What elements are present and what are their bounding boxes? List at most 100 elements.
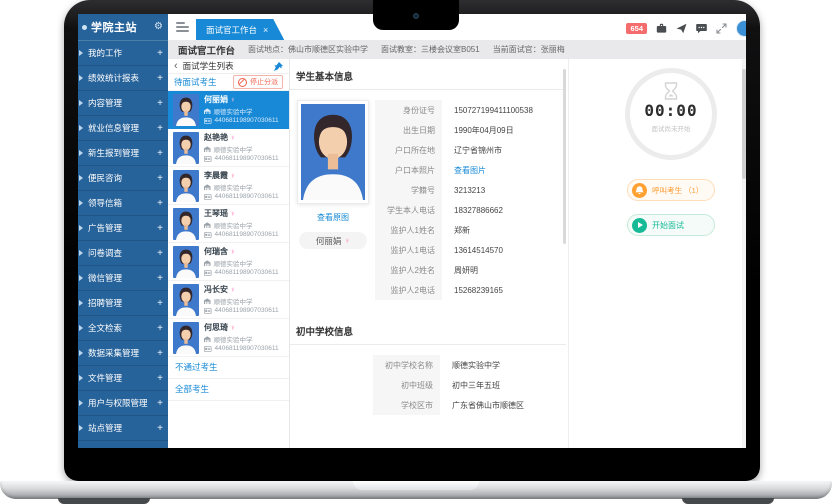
workbench-title: 面试官工作台 xyxy=(178,43,235,57)
candidate-photo xyxy=(173,170,199,202)
female-icon: ♀ xyxy=(230,286,236,294)
send-icon[interactable] xyxy=(676,23,687,34)
female-icon: ♀ xyxy=(344,237,350,245)
expand-plus-icon[interactable]: + xyxy=(157,398,163,409)
call-candidate-button[interactable]: 呼叫考生 （1） xyxy=(627,179,715,201)
detail-scrollbar-thumb[interactable] xyxy=(563,69,566,244)
expand-plus-icon[interactable]: + xyxy=(157,223,163,234)
sidebar-item[interactable]: 站点管理 + xyxy=(78,416,168,441)
candidate-school: 顺德实验中学 xyxy=(214,182,253,192)
sidebar-item[interactable]: 便民咨询 + xyxy=(78,166,168,191)
sidebar-item-label: 内容管理 xyxy=(88,97,157,109)
candidate-card[interactable]: 冯长安 ♀ 顺德实验中学 440681198907030611 xyxy=(168,281,289,319)
webcam-icon xyxy=(413,13,419,19)
expand-plus-icon[interactable]: + xyxy=(157,248,163,259)
sidebar-header: 学院主站 ⚙ xyxy=(78,14,168,41)
candidate-id-number: 440681198907030611 xyxy=(215,231,279,238)
expand-plus-icon[interactable]: + xyxy=(157,198,163,209)
idcard-icon xyxy=(204,308,212,314)
sidebar-item[interactable]: 我的工作 + xyxy=(78,41,168,66)
candidate-photo xyxy=(173,94,199,126)
notification-badge[interactable]: 654 xyxy=(626,23,647,35)
sidebar: 学院主站 ⚙ 我的工作 + 绩效统计报表 + 内容管理 + xyxy=(78,14,168,448)
sidebar-item[interactable]: 广告管理 + xyxy=(78,216,168,241)
expand-plus-icon[interactable]: + xyxy=(157,123,163,134)
stop-dispatch-button[interactable]: 停止分派 xyxy=(233,75,283,89)
tab-close-icon[interactable]: × xyxy=(263,25,268,35)
back-chevron-icon[interactable]: ‹ xyxy=(174,61,178,72)
sidebar-item-label: 问卷调查 xyxy=(88,247,157,259)
candidate-card[interactable]: 何思琦 ♀ 顺德实验中学 440681198907030611 xyxy=(168,319,289,357)
expand-plus-icon[interactable]: + xyxy=(157,148,163,159)
expand-plus-icon[interactable]: + xyxy=(157,173,163,184)
field-value: 13614514570 xyxy=(442,240,533,260)
chat-icon[interactable] xyxy=(696,23,707,34)
expand-plus-icon[interactable]: + xyxy=(157,323,163,334)
candidate-card[interactable]: 王琴瑶 ♀ 顺德实验中学 440681198907030611 xyxy=(168,205,289,243)
expand-plus-icon[interactable]: + xyxy=(157,423,163,434)
failed-candidates-link[interactable]: 不通过考生 xyxy=(168,357,289,379)
expand-plus-icon[interactable]: + xyxy=(157,348,163,359)
sidebar-item-label: 新生报到管理 xyxy=(88,147,157,159)
field-value: 郑新 xyxy=(442,220,533,240)
sidebar-item[interactable]: 招聘管理 + xyxy=(78,291,168,316)
expand-plus-icon[interactable]: + xyxy=(157,98,163,109)
page-scrollbar-thumb[interactable] xyxy=(742,69,746,179)
sidebar-item[interactable]: 内容管理 + xyxy=(78,91,168,116)
sidebar-item[interactable]: 问卷调查 + xyxy=(78,241,168,266)
interview-control-panel: 00:00 面试尚未开始 呼叫考生 （1） 开始面试 xyxy=(568,59,744,448)
sidebar-item[interactable]: 用户与权限管理 + xyxy=(78,391,168,416)
gear-icon[interactable]: ⚙ xyxy=(154,22,163,32)
pin-icon[interactable] xyxy=(274,62,283,71)
tab-label: 面试官工作台 xyxy=(206,24,257,36)
sidebar-item[interactable]: 文件管理 + xyxy=(78,366,168,391)
current-interviewer: 当前面试官：张丽梅 xyxy=(493,44,565,55)
student-name: 何丽娟 xyxy=(316,235,342,247)
candidate-card[interactable]: 李晨霞 ♀ 顺德实验中学 440681198907030611 xyxy=(168,167,289,205)
tab-interviewer-workbench[interactable]: 面试官工作台 × xyxy=(196,19,284,40)
sidebar-item[interactable]: 新生报到管理 + xyxy=(78,141,168,166)
sidebar-item-label: 我的工作 xyxy=(88,47,157,59)
sidebar-item-label: 数据采集管理 xyxy=(88,347,157,359)
expand-plus-icon[interactable]: + xyxy=(157,373,163,384)
expand-plus-icon[interactable]: + xyxy=(157,48,163,59)
sidebar-item[interactable]: 就业信息管理 + xyxy=(78,116,168,141)
school-icon xyxy=(204,108,211,115)
field-label: 监护人1电话 xyxy=(375,240,442,260)
sidebar-item[interactable]: 数据采集管理 + xyxy=(78,341,168,366)
candidate-card[interactable]: 赵艳艳 ♀ 顺德实验中学 440681198907030611 xyxy=(168,129,289,167)
sidebar-item[interactable]: 全文检索 + xyxy=(78,316,168,341)
expand-plus-icon[interactable]: + xyxy=(157,298,163,309)
candidate-card[interactable]: 何丽娟 ♀ 顺德实验中学 440681198907030611 xyxy=(168,91,289,129)
candidate-name: 何瑞含 xyxy=(204,247,228,257)
candidate-id-number: 440681198907030611 xyxy=(215,269,279,276)
user-avatar[interactable] xyxy=(736,20,746,37)
candidate-list-panel: ‹ 面试学生列表 待面试考生 停止分派 何丽娟 xyxy=(168,59,290,448)
view-original-link[interactable]: 查看原图 xyxy=(292,212,374,223)
field-row: 学籍号 3213213 xyxy=(375,180,533,200)
school-icon xyxy=(204,222,211,229)
candidate-name: 王琴瑶 xyxy=(204,209,228,219)
sidebar-item[interactable]: 绩效统计报表 + xyxy=(78,66,168,91)
field-value: 15268239165 xyxy=(442,280,533,300)
briefcase-icon[interactable] xyxy=(656,23,667,34)
sidebar-item[interactable]: 领导信箱 + xyxy=(78,191,168,216)
timer-value: 00:00 xyxy=(630,101,712,120)
fullscreen-icon[interactable] xyxy=(716,23,727,34)
candidate-name: 冯长安 xyxy=(204,285,228,295)
expand-plus-icon[interactable]: + xyxy=(157,273,163,284)
female-icon: ♀ xyxy=(230,324,236,332)
sidebar-item[interactable]: 微信管理 + xyxy=(78,266,168,291)
expand-plus-icon[interactable]: + xyxy=(157,73,163,84)
start-interview-button[interactable]: 开始面试 xyxy=(627,214,715,236)
candidate-id-number: 440681198907030611 xyxy=(215,193,279,200)
field-label: 户口所在地 xyxy=(375,140,442,160)
collapse-menu-icon[interactable] xyxy=(176,22,189,32)
candidate-id-number: 440681198907030611 xyxy=(215,345,279,352)
sidebar-item-label: 全文检索 xyxy=(88,322,157,334)
site-title: 学院主站 xyxy=(91,19,150,35)
stop-dispatch-label: 停止分派 xyxy=(250,77,278,87)
all-candidates-link[interactable]: 全部考生 xyxy=(168,379,289,401)
candidate-card[interactable]: 何瑞含 ♀ 顺德实验中学 440681198907030611 xyxy=(168,243,289,281)
field-label: 监护人1姓名 xyxy=(375,220,442,240)
